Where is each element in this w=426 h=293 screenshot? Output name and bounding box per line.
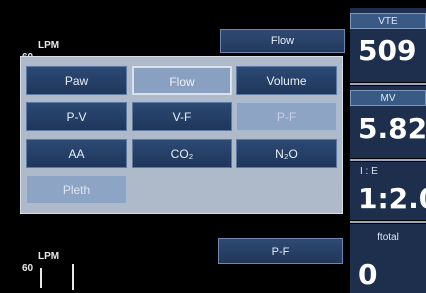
menu-option-co2[interactable]: CO₂ (132, 139, 232, 168)
menu-option-paw[interactable]: Paw (26, 66, 127, 95)
menu-option-aa[interactable]: AA (26, 139, 127, 168)
menu-option-v-f[interactable]: V-F (132, 102, 232, 131)
param-divider (350, 159, 426, 161)
menu-option-n2o[interactable]: N₂O (236, 139, 337, 168)
menu-option-volume[interactable]: Volume (236, 66, 337, 95)
param-ftotal-value: 0 (358, 258, 378, 291)
bottom-waveform-trace (72, 264, 74, 290)
menu-option-p-v[interactable]: P-V (26, 102, 127, 131)
param-ftotal: ftotal 0 (350, 224, 426, 293)
param-mv: MV 5.82 (350, 86, 426, 158)
param-divider (350, 221, 426, 223)
bottom-waveform-tab[interactable]: P-F (218, 238, 343, 264)
param-mv-value: 5.82 (358, 112, 426, 145)
param-vte-value: 509 (358, 34, 417, 67)
param-vte-label: VTE (350, 13, 426, 29)
param-vte: VTE 509 (350, 8, 426, 82)
bottom-waveform-scale-label: 60 (22, 263, 34, 274)
menu-option-flow[interactable]: Flow (132, 66, 232, 95)
waveform-select-menu: Paw Flow Volume P-V V-F P-F AA CO₂ N₂O P… (20, 56, 343, 214)
param-ie-label: I : E (360, 166, 378, 177)
bottom-waveform-axis (40, 268, 42, 288)
param-ie: I : E 1:2.0 (350, 162, 426, 220)
param-divider (350, 83, 426, 85)
menu-option-p-f[interactable]: P-F (236, 102, 337, 131)
param-ftotal-label: ftotal (377, 232, 399, 243)
top-waveform-unit-label: LPM (38, 40, 60, 51)
menu-option-pleth[interactable]: Pleth (26, 175, 127, 204)
top-waveform-tab[interactable]: Flow (220, 29, 345, 53)
ventilator-screen: LPM 60 Flow Paw Flow Volume P-V V-F P-F … (0, 0, 426, 293)
bottom-waveform-unit-label: LPM (38, 251, 60, 262)
param-mv-label: MV (350, 90, 426, 106)
param-ie-value: 1:2.0 (358, 182, 426, 215)
